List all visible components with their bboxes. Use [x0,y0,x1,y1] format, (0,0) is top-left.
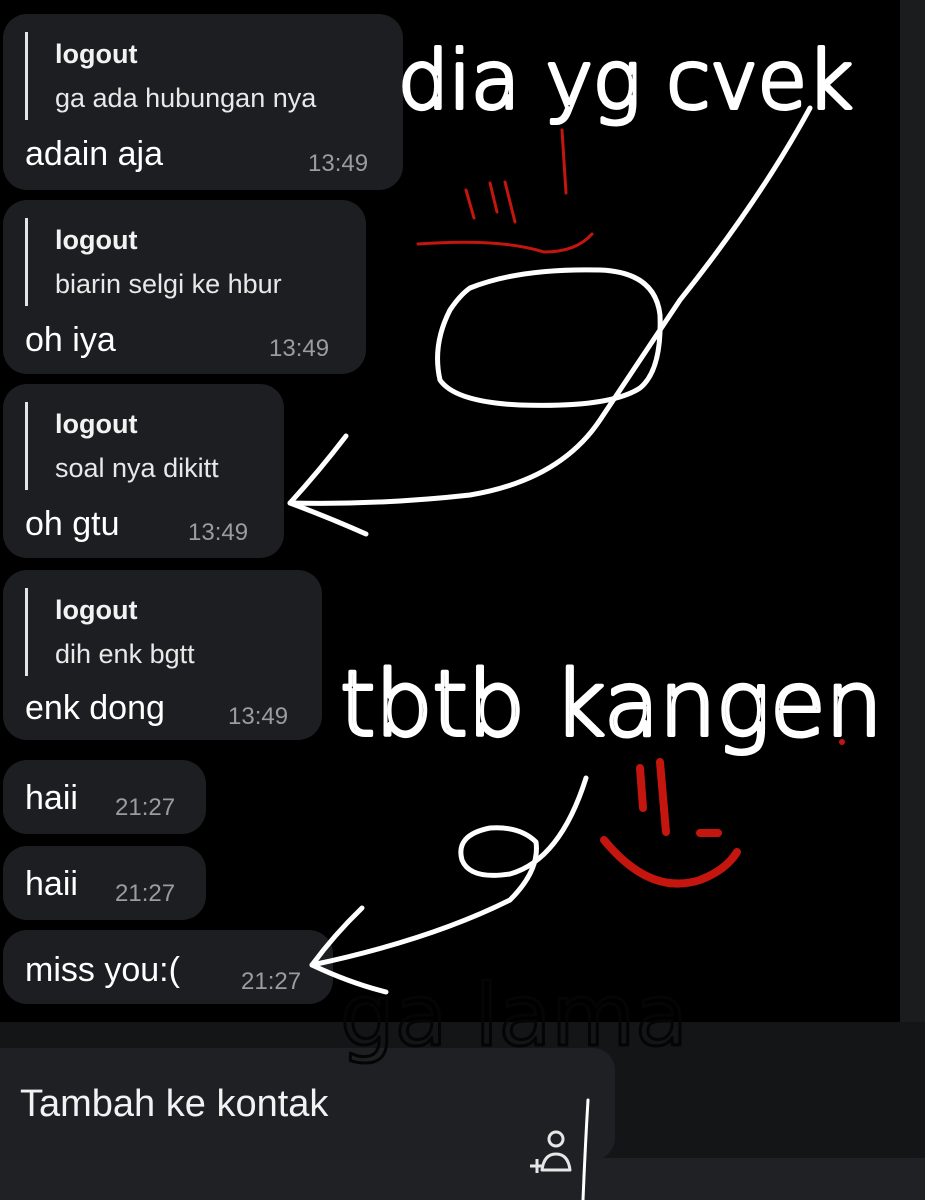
message-time: 13:49 [188,519,249,546]
message-text: haii [25,865,78,903]
reply-quote[interactable]: logout soal nya dikitt [25,402,219,490]
reply-quote[interactable]: logout dih enk bgtt [25,588,195,676]
message-bubble[interactable]: logout soal nya dikitt oh gtu 13:49 [3,384,284,558]
reply-author: logout [55,595,138,625]
reply-quote[interactable]: logout ga ada hubungan nya [25,32,316,120]
message-text: enk dong [25,689,165,727]
message-time: 21:27 [115,880,176,907]
reply-author: logout [55,225,138,255]
message-text: adain aja [25,135,164,173]
reply-author: logout [55,39,138,69]
message-bubble[interactable]: miss you:( 21:27 [3,930,333,1004]
message-bubble[interactable]: haii 21:27 [3,760,206,834]
reply-quote[interactable]: logout biarin selgi ke hbur [25,218,282,306]
message-time: 13:49 [308,150,369,177]
message-bubble[interactable]: logout biarin selgi ke hbur oh iya 13:49 [3,200,366,374]
reply-text: soal nya dikitt [55,453,219,483]
message-text: haii [25,779,78,817]
reply-text: biarin selgi ke hbur [55,269,282,299]
message-time: 13:49 [269,335,330,362]
message-bubble[interactable]: logout ga ada hubungan nya adain aja 13:… [3,14,403,190]
message-bubble[interactable]: logout dih enk bgtt enk dong 13:49 [3,570,322,740]
add-contact-label: Tambah ke kontak [20,1083,329,1125]
message-time: 13:49 [228,703,289,730]
reply-author: logout [55,409,138,439]
message-time: 21:27 [115,794,176,821]
message-text: oh gtu [25,505,120,543]
right-edge [900,0,925,1200]
message-time: 21:27 [241,968,302,995]
add-contact-bar[interactable]: Tambah ke kontak [0,1048,615,1173]
bottom-shade [0,1158,925,1200]
reply-text: dih enk bgtt [55,639,195,669]
message-text: oh iya [25,321,116,359]
reply-text: ga ada hubungan nya [55,83,317,113]
message-bubble[interactable]: haii 21:27 [3,846,206,920]
message-text: miss you:( [25,951,180,989]
add-contact-icon[interactable] [528,1126,578,1176]
